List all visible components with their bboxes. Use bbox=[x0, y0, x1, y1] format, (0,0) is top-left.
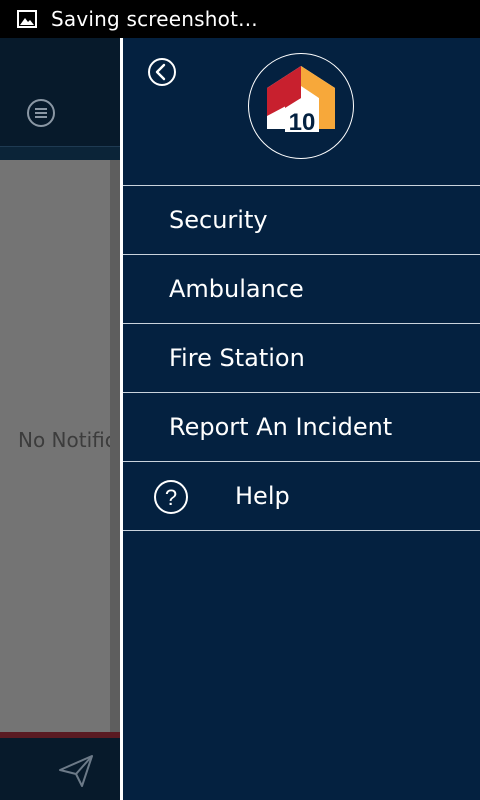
status-bar: Saving screenshot... bbox=[0, 0, 480, 38]
svg-text:?: ? bbox=[165, 485, 177, 510]
chevron-left-circle-icon[interactable] bbox=[147, 57, 177, 87]
menu-lines-icon[interactable] bbox=[26, 98, 56, 128]
navigation-drawer: 10 Security Ambulance Fire Station Repor… bbox=[120, 38, 480, 800]
menu-item-help[interactable]: ? Help bbox=[123, 462, 480, 531]
app-logo: 10 bbox=[248, 53, 354, 159]
menu-item-label: Ambulance bbox=[169, 275, 304, 303]
menu-item-label: Report An Incident bbox=[169, 413, 393, 441]
menu-item-ambulance[interactable]: Ambulance bbox=[123, 255, 480, 324]
menu-item-report-incident[interactable]: Report An Incident bbox=[123, 393, 480, 462]
menu-item-fire-station[interactable]: Fire Station bbox=[123, 324, 480, 393]
drawer-menu: Security Ambulance Fire Station Report A… bbox=[123, 185, 480, 531]
menu-item-label: Fire Station bbox=[169, 344, 305, 372]
send-paper-plane-icon[interactable] bbox=[58, 752, 94, 788]
image-icon bbox=[17, 10, 37, 28]
menu-item-security[interactable]: Security bbox=[123, 186, 480, 255]
question-circle-icon: ? bbox=[153, 479, 189, 515]
status-text: Saving screenshot... bbox=[51, 7, 258, 31]
menu-item-label: Help bbox=[235, 482, 290, 510]
menu-item-label: Security bbox=[169, 206, 268, 234]
scrollbar bbox=[110, 160, 120, 734]
logo-number: 10 bbox=[289, 109, 316, 136]
